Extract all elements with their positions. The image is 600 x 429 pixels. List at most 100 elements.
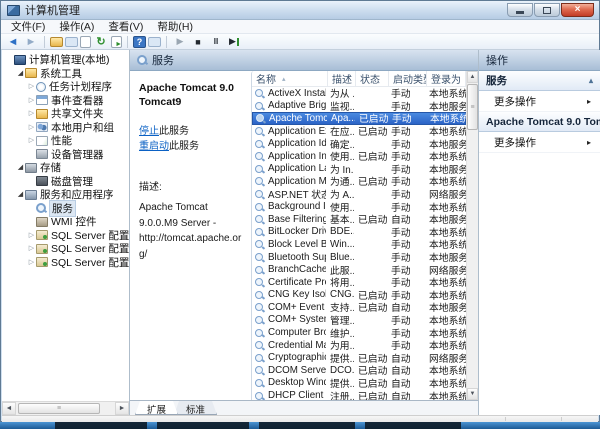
- service-row[interactable]: Bluetooth Supp...Blue...手动本地服务: [252, 251, 466, 264]
- expander-icon[interactable]: ▷: [27, 259, 36, 266]
- list-vertical-scrollbar[interactable]: ▲ ≡ ▼: [466, 71, 478, 400]
- tab-standard[interactable]: 标准: [174, 401, 217, 415]
- expander-icon[interactable]: ▷: [27, 124, 36, 131]
- scroll-up-icon[interactable]: ▲: [467, 71, 478, 83]
- tree-item[interactable]: ◢存储: [2, 161, 129, 175]
- actions-item[interactable]: 更多操作▸: [479, 132, 600, 153]
- collapse-icon[interactable]: ▴: [589, 76, 593, 85]
- stop-service-link[interactable]: 停止: [139, 126, 159, 137]
- service-row[interactable]: Apache Tomcat ...Apa...已启动手动本地系统: [252, 112, 466, 125]
- show-hide-pane-icon[interactable]: [148, 37, 161, 47]
- tree-item[interactable]: ▷事件查看器: [2, 94, 129, 108]
- service-row[interactable]: Application Infor...使用...已启动手动本地系统: [252, 150, 466, 163]
- tree-item[interactable]: WMI 控件: [2, 215, 129, 229]
- taskbar-button[interactable]: [157, 422, 249, 429]
- menu-item[interactable]: 查看(V): [101, 19, 150, 34]
- tab-extended[interactable]: 扩展: [135, 401, 178, 415]
- tree-item[interactable]: ◢系统工具: [2, 67, 129, 81]
- service-row[interactable]: COM+ System A...管理...手动本地系统: [252, 314, 466, 327]
- expander-icon[interactable]: ▷: [27, 83, 36, 90]
- menu-item[interactable]: 帮助(H): [150, 19, 200, 34]
- expander-icon[interactable]: ◢: [16, 70, 25, 77]
- service-row[interactable]: Adaptive Brightn...监视...手动本地服务: [252, 100, 466, 113]
- refresh-icon[interactable]: [93, 35, 109, 48]
- back-icon[interactable]: [5, 35, 21, 48]
- help-icon[interactable]: [133, 36, 146, 48]
- service-row[interactable]: ActiveX Installer ...为从 ...手动本地系统: [252, 87, 466, 100]
- title-bar[interactable]: 计算机管理 ×: [1, 1, 599, 20]
- menu-item[interactable]: 文件(F): [4, 19, 52, 34]
- actions-section-header[interactable]: 服务▴: [479, 71, 600, 91]
- tree-item[interactable]: 计算机管理(本地): [2, 53, 129, 67]
- minimize-icon[interactable]: [507, 3, 533, 17]
- service-row[interactable]: COM+ Event Sys...支持...已启动自动本地服务: [252, 301, 466, 314]
- expander-icon[interactable]: ▷: [27, 97, 36, 104]
- service-row[interactable]: Application Man...为通...已启动手动本地系统: [252, 175, 466, 188]
- stop-service-icon[interactable]: [190, 35, 206, 48]
- service-row[interactable]: CNG Key IsolationCNG...已启动手动本地系统: [252, 289, 466, 302]
- column-header[interactable]: 描述: [328, 71, 356, 86]
- tree-item[interactable]: 磁盘管理: [2, 175, 129, 189]
- restart-service-link[interactable]: 重启动: [139, 141, 169, 152]
- expander-icon[interactable]: ▷: [27, 232, 36, 239]
- service-row[interactable]: Cryptographic S...提供...已启动自动网络服务: [252, 351, 466, 364]
- tree-item[interactable]: ▷性能: [2, 134, 129, 148]
- start-service-icon[interactable]: [172, 35, 188, 48]
- service-row[interactable]: ASP.NET 状态服务为 A...手动网络服务: [252, 188, 466, 201]
- tree-item[interactable]: ▷SQL Server 配置管理器: [2, 229, 129, 243]
- menu-item[interactable]: 操作(A): [52, 19, 101, 34]
- close-icon[interactable]: ×: [561, 3, 594, 17]
- service-icon: [255, 89, 263, 97]
- service-row[interactable]: Base Filtering En...基本...已启动自动本地服务: [252, 213, 466, 226]
- service-row[interactable]: Background Inte...使用...手动本地系统: [252, 200, 466, 213]
- tree-horizontal-scrollbar[interactable]: ◄ ≡ ►: [2, 401, 129, 415]
- taskbar-button[interactable]: [365, 422, 461, 429]
- restart-service-icon[interactable]: [226, 35, 242, 48]
- service-row[interactable]: Desktop Windo...提供...已启动自动本地系统: [252, 377, 466, 390]
- tree-item[interactable]: ▷SQL Server 配置管理器: [2, 256, 129, 270]
- properties-icon[interactable]: [80, 36, 91, 48]
- scrollbar-thumb[interactable]: ≡: [467, 84, 478, 130]
- tree-item[interactable]: ▷SQL Server 配置管理器: [2, 242, 129, 256]
- service-row[interactable]: BranchCache此服...手动网络服务: [252, 263, 466, 276]
- expander-icon[interactable]: ◢: [16, 164, 25, 171]
- actions-item[interactable]: 更多操作▸: [479, 91, 600, 112]
- tree-item[interactable]: 设备管理器: [2, 148, 129, 162]
- service-row[interactable]: Block Level Back...Win...手动本地系统: [252, 238, 466, 251]
- tree-item[interactable]: ▷本地用户和组: [2, 121, 129, 135]
- expander-icon[interactable]: ◢: [16, 191, 25, 198]
- service-row[interactable]: DHCP Client注册...已启动自动本地系统: [252, 389, 466, 400]
- tree-item[interactable]: 服务: [2, 202, 129, 216]
- service-row[interactable]: Application Iden...确定...手动本地服务: [252, 137, 466, 150]
- tree-item[interactable]: ▷任务计划程序: [2, 80, 129, 94]
- scroll-left-icon[interactable]: ◄: [2, 402, 16, 415]
- actions-section-header[interactable]: Apache Tomcat 9.0 Tomc...▴: [479, 112, 600, 132]
- service-row[interactable]: BitLocker Drive ...BDE...手动本地系统: [252, 226, 466, 239]
- export-list-icon[interactable]: [111, 36, 122, 48]
- column-header[interactable]: 状态: [356, 71, 389, 86]
- tree-item[interactable]: ▷共享文件夹: [2, 107, 129, 121]
- service-row[interactable]: Credential Mana...为用...手动本地系统: [252, 339, 466, 352]
- column-header[interactable]: 名称▴: [252, 71, 328, 86]
- service-row[interactable]: Certificate Propa...将用...手动本地系统: [252, 276, 466, 289]
- scroll-right-icon[interactable]: ►: [115, 402, 129, 415]
- expander-icon[interactable]: ▷: [27, 137, 36, 144]
- description-line1: Apache Tomcat 9.0.0.M9 Server -: [139, 202, 216, 229]
- up-folder-icon[interactable]: [50, 37, 63, 47]
- service-row[interactable]: DCOM Server Pr...DCO...已启动自动本地系统: [252, 364, 466, 377]
- service-row[interactable]: Computer Brow...维护...手动本地系统: [252, 326, 466, 339]
- scrollbar-thumb[interactable]: ≡: [18, 403, 100, 414]
- expander-icon[interactable]: ▷: [27, 110, 36, 117]
- taskbar-button[interactable]: [259, 422, 355, 429]
- pause-service-icon[interactable]: [208, 35, 224, 48]
- expander-icon[interactable]: ▷: [27, 245, 36, 252]
- forward-icon[interactable]: [23, 35, 39, 48]
- column-header[interactable]: 登录为: [427, 71, 466, 86]
- service-row[interactable]: Application Expe...在应...已启动手动本地系统: [252, 125, 466, 138]
- maximize-icon[interactable]: [534, 3, 560, 17]
- console-window-icon[interactable]: [65, 37, 78, 47]
- scroll-down-icon[interactable]: ▼: [467, 388, 478, 400]
- service-row[interactable]: Application Laye...为 In...手动本地服务: [252, 163, 466, 176]
- column-header[interactable]: 启动类型: [389, 71, 427, 86]
- taskbar-button[interactable]: [55, 422, 147, 429]
